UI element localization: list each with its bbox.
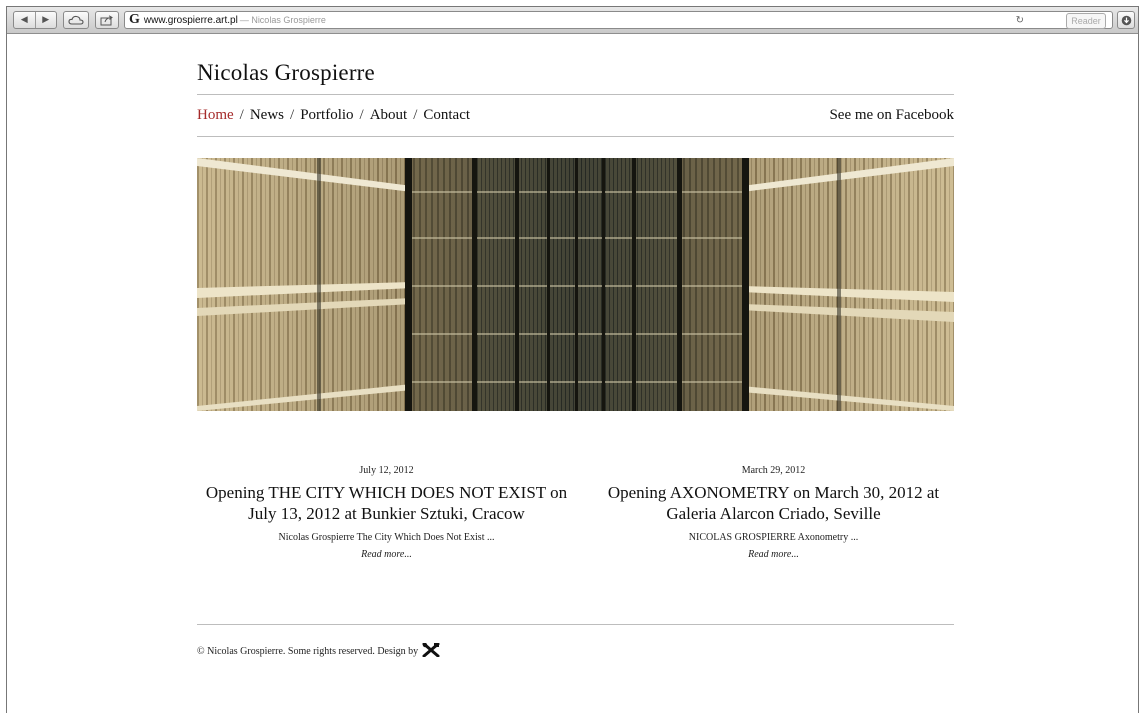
copyright-text: © Nicolas Grospierre. Some rights reserv… [197,646,419,657]
download-icon [1121,15,1131,25]
forward-icon[interactable]: ▶ [36,15,57,25]
browser-window: ◀ ▶ G www.grospierre.art.pl — Nicolas Gr… [6,6,1139,713]
nav-about[interactable]: About [370,107,408,123]
read-more-link[interactable]: Read more... [194,549,579,560]
post-card: July 12, 2012 Opening THE CITY WHICH DOE… [194,465,579,560]
nav-news[interactable]: News [250,107,284,123]
back-icon[interactable]: ◀ [14,15,35,25]
share-button[interactable] [95,11,119,29]
url-text: www.grospierre.art.pl [143,14,238,26]
post-title-link[interactable]: Opening THE CITY WHICH DOES NOT EXIST on… [194,482,579,524]
downloads-button[interactable] [1117,11,1135,29]
icloud-tabs-button[interactable] [63,11,89,29]
banner-image [197,158,954,411]
crossed-tools-icon[interactable] [422,642,440,660]
post-excerpt: Nicolas Grospierre The City Which Does N… [278,532,495,543]
footer: © Nicolas Grospierre. Some rights reserv… [197,642,440,660]
share-icon [100,14,113,25]
nav-separator: / [239,107,244,123]
facebook-link[interactable]: See me on Facebook [829,107,954,124]
post-card: March 29, 2012 Opening AXONOMETRY on Mar… [581,465,966,560]
post-date: July 12, 2012 [359,465,414,476]
nav-home[interactable]: Home [197,107,234,123]
nav-portfolio[interactable]: Portfolio [300,107,353,123]
site-title[interactable]: Nicolas Grospierre [197,60,375,86]
footer-divider [197,624,954,625]
divider [197,94,954,95]
read-more-link[interactable]: Read more... [581,549,966,560]
post-excerpt: NICOLAS GROSPIERRE Axonometry ... [688,532,859,543]
nav-separator: / [413,107,418,123]
browser-toolbar: ◀ ▶ G www.grospierre.art.pl — Nicolas Gr… [7,7,1138,34]
designer-logo-icon [422,642,440,658]
cloud-icon [68,15,84,25]
divider [197,136,954,137]
post-date: March 29, 2012 [741,465,806,476]
nav-contact[interactable]: Contact [423,107,470,123]
nav-separator: / [359,107,364,123]
back-forward-buttons: ◀ ▶ [13,11,57,29]
library-shelves-image [197,158,954,411]
main-nav: Home / News / Portfolio / About / Contact [197,107,470,124]
reload-icon[interactable]: ↻ [1016,15,1024,26]
page-title-in-urlbar: — Nicolas Grospierre [239,15,326,25]
reader-button[interactable]: Reader [1066,13,1106,29]
nav-separator: / [290,107,295,123]
address-bar[interactable]: G www.grospierre.art.pl — Nicolas Grospi… [124,11,1113,29]
google-favicon-icon: G [129,12,140,27]
post-title-link[interactable]: Opening AXONOMETRY on March 30, 2012 at … [581,482,966,524]
